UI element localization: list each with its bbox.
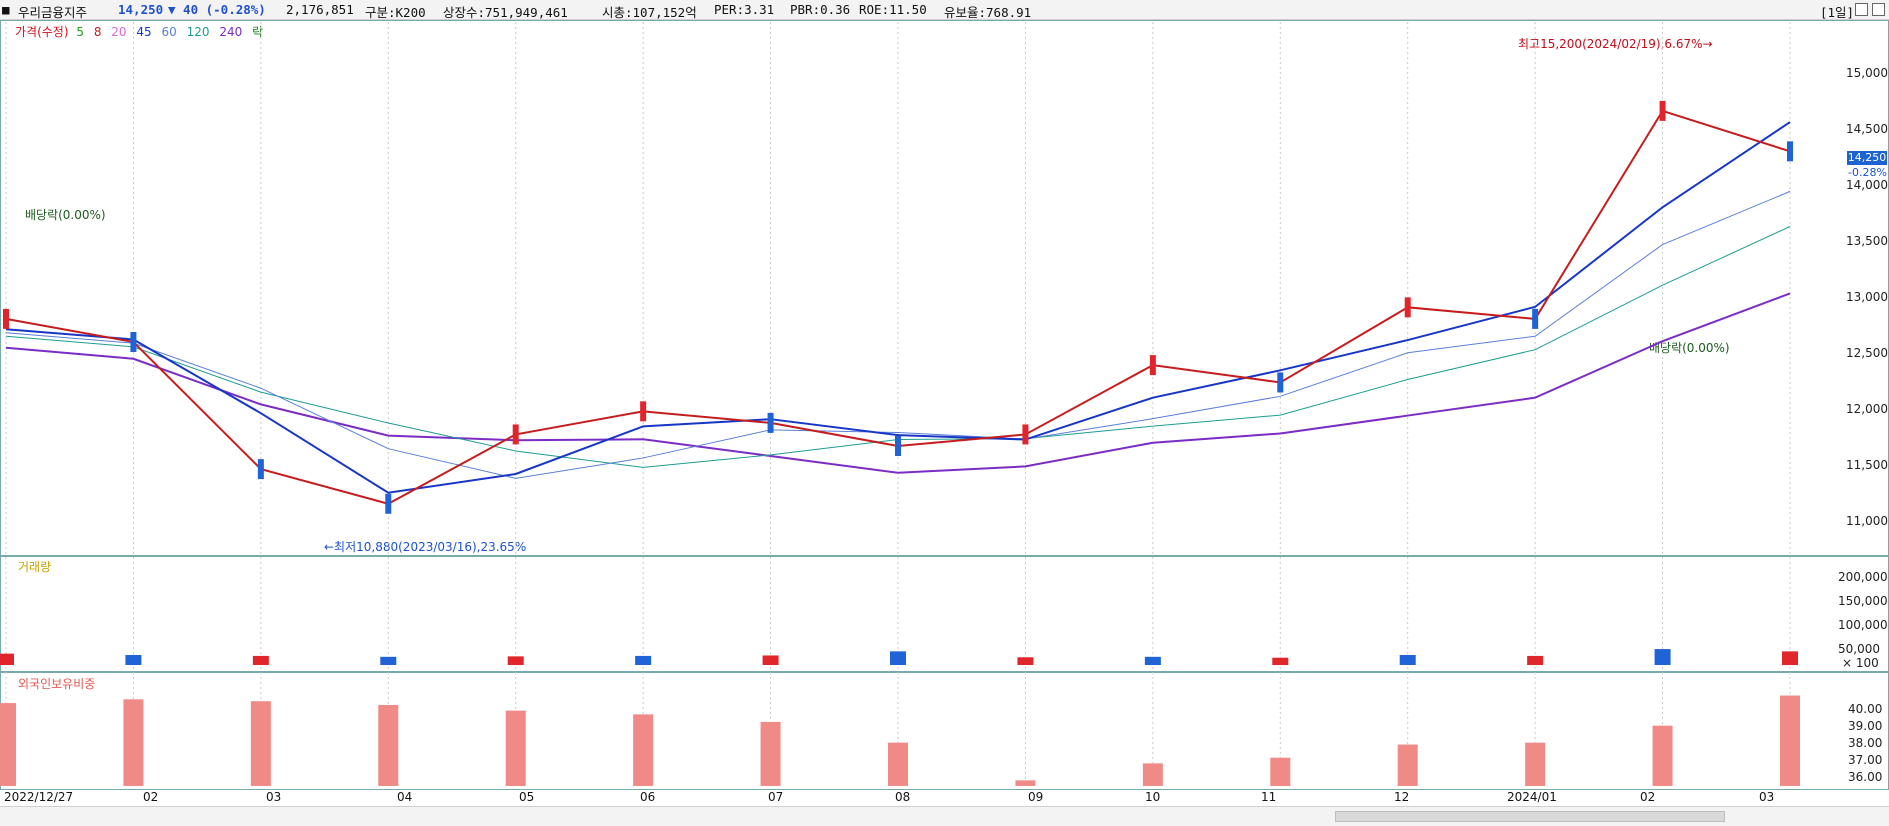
volume-y-tick: 100,000 xyxy=(1838,618,1888,632)
low-annotation: ←최저10,880(2023/03/16),23.65% xyxy=(324,540,527,554)
ma20-legend: 20 xyxy=(111,25,127,39)
last-change-tag: -0.28% xyxy=(1848,166,1887,179)
x-tick: 03 xyxy=(1759,790,1775,804)
period-label[interactable]: [1일] xyxy=(1820,2,1854,21)
price-y-tick: 13,500 xyxy=(1846,234,1888,248)
roe-value: ROE:11.50 xyxy=(859,2,927,17)
price-y-tick: 12,500 xyxy=(1846,346,1888,360)
ma8-legend: 8 xyxy=(93,25,102,39)
x-tick: 09 xyxy=(1028,790,1044,804)
red-marker: ■ xyxy=(2,2,10,17)
minimize-icon[interactable] xyxy=(1855,3,1868,16)
volume-y-tick: 50,000 xyxy=(1838,642,1880,656)
volume-y-tick: 200,000 xyxy=(1838,570,1888,584)
ma60-legend: 60 xyxy=(161,25,177,39)
rak-legend: 락 xyxy=(252,25,264,39)
scroll-thumb[interactable] xyxy=(1335,811,1725,822)
dividend-annotation-1: 배당락(0.00%) xyxy=(25,208,106,222)
ma120-legend: 120 xyxy=(186,25,210,39)
scrollbar[interactable] xyxy=(0,806,1889,826)
retention-ratio: 유보율:768.91 xyxy=(944,5,1032,20)
stock-change: ▼ 40 (-0.28%) xyxy=(168,2,266,17)
dividend-annotation-2: 배당락(0.00%) xyxy=(1649,341,1730,355)
stock-name: 우리금융지주 xyxy=(18,5,88,20)
stock-price: 14,250 xyxy=(118,2,164,17)
x-tick: 08 xyxy=(895,790,911,804)
ma5-legend: 5 xyxy=(76,25,84,39)
listed-shares: 상장수:751,949,461 xyxy=(443,5,568,20)
foreign-y-tick: 38.00 xyxy=(1848,736,1883,750)
category: 구분:K200 xyxy=(365,5,426,20)
x-tick: 11 xyxy=(1261,790,1277,804)
x-tick: 02 xyxy=(1640,790,1656,804)
close-icon[interactable] xyxy=(1872,3,1885,16)
foreign-panel xyxy=(0,672,1889,790)
pbr-value: PBR:0.36 xyxy=(790,2,851,17)
price-y-tick: 11,500 xyxy=(1846,458,1888,472)
price-y-tick: 15,000 xyxy=(1846,66,1888,80)
volume-value: 2,176,851 xyxy=(286,2,354,17)
x-tick: 04 xyxy=(397,790,413,804)
x-tick: 05 xyxy=(519,790,535,804)
x-tick: 10 xyxy=(1145,790,1161,804)
x-tick: 07 xyxy=(768,790,784,804)
price-y-tick: 14,000 xyxy=(1846,178,1888,192)
foreign-y-tick: 36.00 xyxy=(1848,770,1883,784)
price-y-tick: 11,000 xyxy=(1846,514,1888,528)
x-tick: 12 xyxy=(1394,790,1410,804)
foreign-legend: 외국인보유비중 xyxy=(18,677,96,691)
per-value: PER:3.31 xyxy=(714,2,775,17)
volume-y-tick: × 100 xyxy=(1842,656,1879,670)
price-panel xyxy=(0,20,1889,556)
price-y-tick: 14,500 xyxy=(1846,122,1888,136)
ma45-legend: 45 xyxy=(136,25,152,39)
volume-panel xyxy=(0,556,1889,672)
market-cap: 시총:107,152억 xyxy=(602,5,697,20)
top-info-bar: ■ 우리금융지주 14,250 ▼ 40 (-0.28%) 2,176,851 … xyxy=(0,0,1889,20)
x-tick: 06 xyxy=(640,790,656,804)
price-y-tick: 13,000 xyxy=(1846,290,1888,304)
foreign-y-tick: 40.00 xyxy=(1848,702,1883,716)
x-tick: 02 xyxy=(143,790,159,804)
foreign-y-tick: 39.00 xyxy=(1848,719,1883,733)
price-legend: 가격(수정) 5 8 20 45 60 120 240 락 xyxy=(15,23,263,40)
x-tick: 2024/01 xyxy=(1507,790,1557,804)
volume-legend: 거래량 xyxy=(18,560,52,574)
x-tick: 2022/12/27 xyxy=(4,790,74,804)
price-y-tick: 12,000 xyxy=(1846,402,1888,416)
volume-y-tick: 150,000 xyxy=(1838,594,1888,608)
high-annotation: 최고15,200(2024/02/19),6.67%→ xyxy=(1518,37,1713,51)
x-tick: 03 xyxy=(266,790,282,804)
last-price-tag: 14,250 xyxy=(1847,151,1887,165)
ma240-legend: 240 xyxy=(219,25,243,39)
foreign-y-tick: 37.00 xyxy=(1848,753,1883,767)
price-legend-label: 가격(수정) xyxy=(15,25,69,39)
